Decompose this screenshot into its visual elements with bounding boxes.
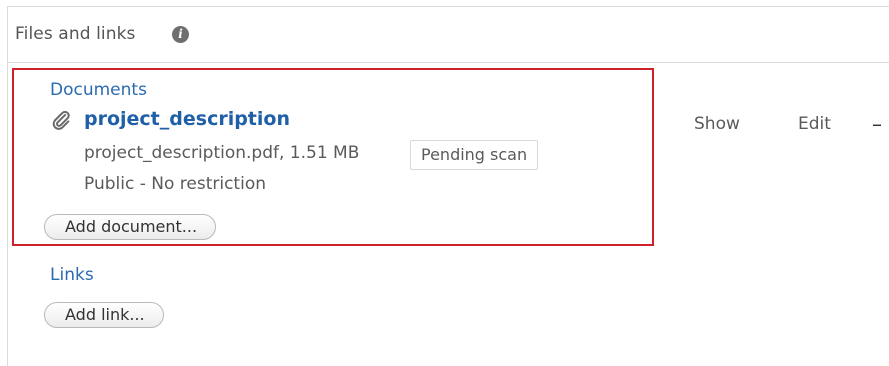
remove-document-action[interactable]: –: [872, 112, 882, 136]
paperclip-icon: [52, 110, 70, 130]
panel-title: Files and links: [15, 24, 136, 44]
add-link-button[interactable]: Add link...: [44, 302, 164, 328]
document-file-info: project_description.pdf, 1.51 MB: [84, 143, 360, 163]
document-visibility: Public - No restriction: [84, 174, 266, 194]
links-section-label: Links: [50, 265, 94, 285]
document-name-link[interactable]: project_description: [84, 108, 290, 130]
add-document-button[interactable]: Add document...: [44, 214, 217, 240]
files-and-links-panel: Files and links i Documents project_desc…: [0, 0, 889, 366]
edit-document-action[interactable]: Edit: [798, 114, 831, 134]
documents-section-label: Documents: [50, 80, 147, 100]
scan-status-badge: Pending scan: [410, 140, 539, 170]
show-document-action[interactable]: Show: [694, 114, 740, 134]
panel-header: Files and links i: [7, 6, 889, 63]
info-icon[interactable]: i: [172, 26, 189, 43]
